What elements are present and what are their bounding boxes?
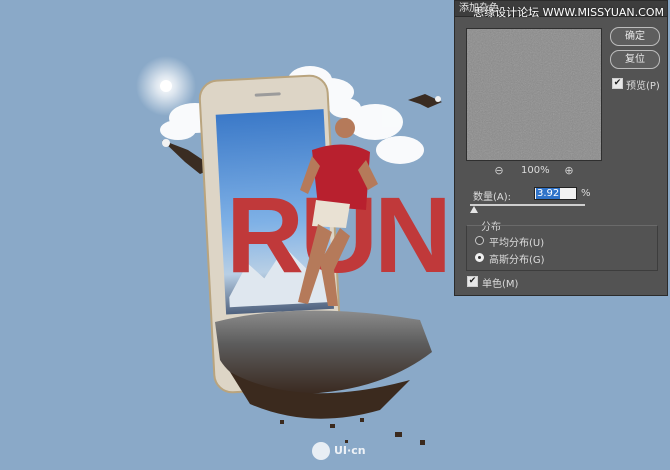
- rock-platform: [215, 310, 432, 445]
- preview-checkbox[interactable]: ✔: [612, 78, 623, 89]
- reset-button[interactable]: 复位: [610, 50, 660, 69]
- eagle-right: [408, 94, 442, 108]
- radio-uniform-label: 平均分布(U): [489, 238, 545, 249]
- watermark-bottom-text: UI·cn: [334, 444, 366, 457]
- zoom-level: 100%: [521, 165, 550, 176]
- amount-input[interactable]: 3.92: [534, 187, 577, 200]
- amount-slider-track[interactable]: [470, 204, 585, 206]
- amount-label: 数量(A):: [473, 192, 512, 203]
- noise-preview[interactable]: [466, 28, 602, 161]
- zoom-controls: ⊖ 100% ⊕: [493, 165, 577, 179]
- photoshop-canvas: RUN 思缘设计论坛 WWW.MISSYUA: [0, 0, 670, 470]
- sun-core: [160, 80, 172, 92]
- amount-unit: %: [581, 188, 591, 199]
- ok-button[interactable]: 确定: [610, 27, 660, 46]
- radio-gaussian-label: 高斯分布(G): [489, 255, 545, 266]
- monochromatic-label: 单色(M): [482, 279, 519, 290]
- watermark-bottom: UI·cn: [312, 442, 366, 460]
- zoom-out-icon[interactable]: ⊖: [493, 165, 505, 177]
- amount-slider-thumb[interactable]: [470, 206, 478, 213]
- radio-uniform[interactable]: [475, 236, 484, 245]
- ui-cn-logo-icon: [312, 442, 330, 460]
- watermark-top: 思缘设计论坛 WWW.MISSYUAN.COM: [473, 6, 664, 19]
- radio-gaussian[interactable]: [475, 253, 484, 262]
- noise-preview-image: [467, 29, 601, 160]
- monochromatic-checkbox[interactable]: ✔: [467, 276, 478, 287]
- amount-value: 3.92: [536, 188, 561, 199]
- distribution-group: 平均分布(U) 高斯分布(G): [466, 225, 658, 271]
- preview-label: 预览(P): [626, 81, 660, 92]
- zoom-in-icon[interactable]: ⊕: [563, 165, 575, 177]
- add-noise-dialog: 添加杂色 确定 复位 ✔ 预览(P) ⊖ 100% ⊕ 数量(A): 3.92: [454, 0, 668, 296]
